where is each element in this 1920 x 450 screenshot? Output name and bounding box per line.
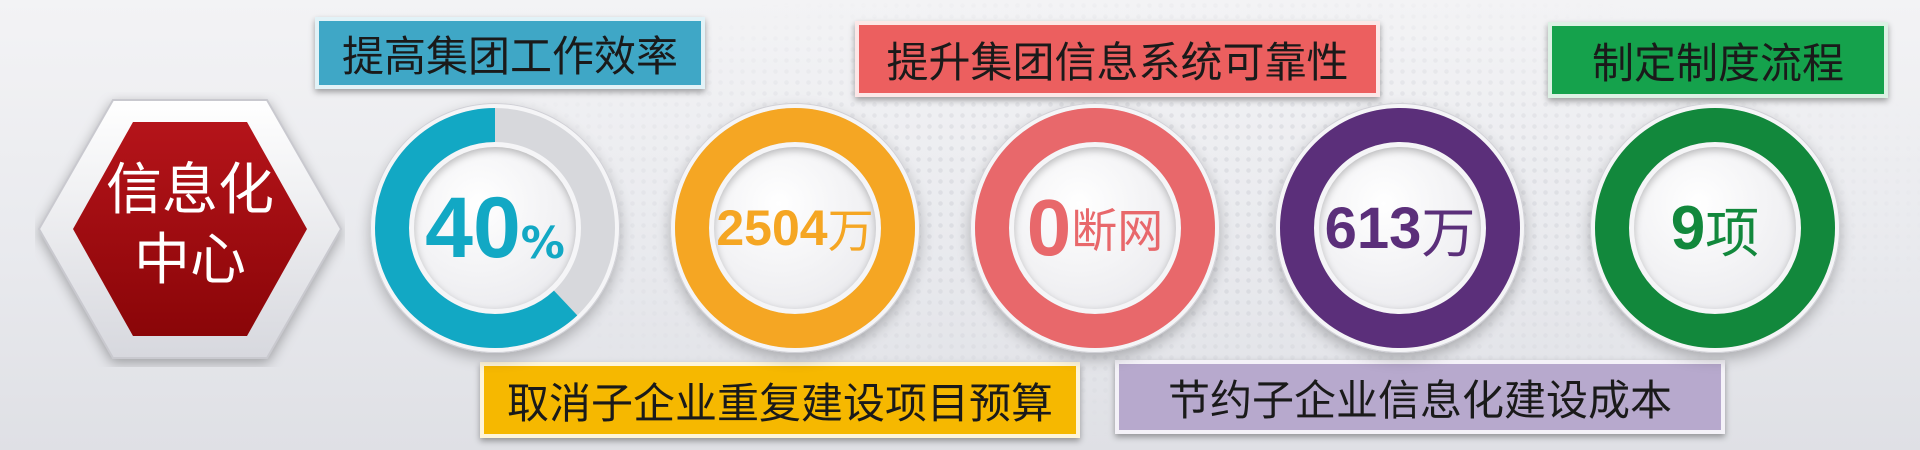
metric-number: 2504 (716, 200, 828, 256)
center-title-line1: 信息化 (106, 158, 274, 223)
metric-ring-network: 0 断网 (970, 103, 1220, 353)
label-process-text: 制定制度流程 (1591, 38, 1844, 88)
metric-number: 0 (1026, 183, 1072, 272)
metric-value: 40% (370, 103, 620, 353)
label-efficiency: 提高集团工作效率 (315, 17, 705, 89)
metric-number: 9 (1670, 193, 1706, 263)
metric-unit: 项 (1705, 201, 1760, 265)
metric-unit: 万 (1421, 201, 1476, 265)
metric-value: 0 断网 (970, 103, 1220, 353)
label-save-cost: 节约子企业信息化建设成本 (1115, 360, 1725, 434)
label-reliability-text: 提升集团信息系统可靠性 (886, 37, 1349, 87)
metric-value: 9项 (1590, 103, 1840, 353)
metric-unit: 断网 (1071, 204, 1164, 258)
label-process: 制定制度流程 (1548, 22, 1888, 98)
label-cancel-budget-text: 取消子企业重复建设项目预算 (506, 378, 1053, 428)
metric-number: 40 (425, 179, 521, 276)
metric-value: 613 万 (1275, 103, 1525, 353)
label-cancel-budget: 取消子企业重复建设项目预算 (480, 362, 1080, 438)
metric-ring-budget: 2504 万 (670, 103, 920, 353)
metric-value: 2504 万 (670, 103, 920, 353)
metric-ring-process: 9项 (1590, 103, 1840, 353)
label-efficiency-text: 提高集团工作效率 (341, 31, 678, 81)
label-save-cost-text: 节约子企业信息化建设成本 (1167, 375, 1672, 425)
metric-number: 613 (1324, 195, 1422, 261)
center-title-line2: 中心 (134, 228, 246, 293)
metric-unit: 万 (827, 204, 874, 258)
center-hexagon-badge: 信息化 中心 (37, 99, 343, 359)
metric-ring-efficiency: 40% (370, 103, 620, 353)
metric-ring-cost: 613 万 (1275, 103, 1525, 353)
metric-unit: % (520, 217, 565, 269)
label-reliability: 提升集团信息系统可靠性 (855, 21, 1380, 97)
